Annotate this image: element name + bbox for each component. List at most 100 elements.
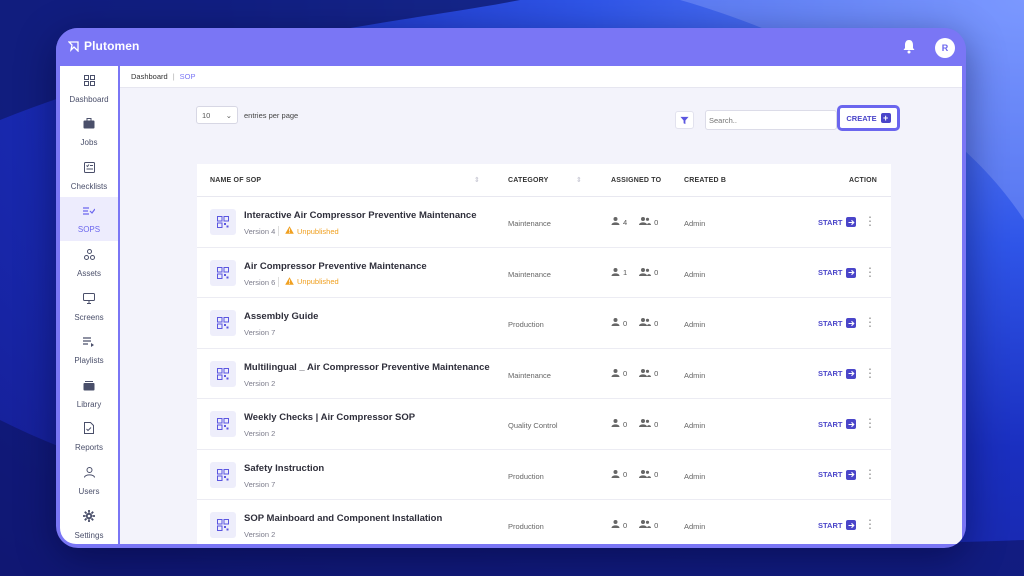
monitor-icon: [83, 291, 95, 309]
main-content: Dashboard | SOP 10 ⌄ entries per page CR…: [120, 66, 962, 544]
sop-title[interactable]: Multilingual _ Air Compressor Preventive…: [244, 362, 490, 373]
sidebar-item-label: Settings: [74, 530, 104, 540]
search-input[interactable]: [705, 110, 837, 130]
start-button[interactable]: START: [818, 419, 857, 429]
sidebar-item-settings[interactable]: Settings: [60, 502, 118, 546]
qr-code-icon: [210, 360, 236, 387]
group-icon: [639, 368, 652, 379]
arrow-right-icon: [846, 520, 857, 530]
sidebar-item-checklists[interactable]: Checklists: [60, 153, 118, 197]
more-options-icon[interactable]: ⋮: [864, 214, 876, 228]
brand-logo[interactable]: Plutomen: [68, 39, 139, 53]
status-label: Unpublished: [297, 226, 339, 236]
sops-icon: [83, 203, 96, 221]
sop-title[interactable]: Safety Instruction: [244, 463, 324, 474]
table-row[interactable]: Weekly Checks | Air Compressor SOP Versio…: [197, 399, 891, 450]
sop-category: Maintenance: [508, 269, 551, 279]
sidebar-item-library[interactable]: Library: [60, 371, 118, 415]
sop-version: Version 4: [244, 227, 276, 236]
assigned-users-count: 0: [623, 369, 628, 378]
start-button[interactable]: START: [818, 267, 857, 278]
sop-title[interactable]: Weekly Checks | Air Compressor SOP: [244, 412, 415, 423]
group-icon: [639, 469, 652, 480]
sop-title[interactable]: Interactive Air Compressor Preventive Ma…: [244, 210, 477, 221]
sidebar-item-assets[interactable]: Assets: [60, 240, 118, 284]
user-icon: [83, 465, 95, 483]
more-options-icon[interactable]: ⋮: [864, 315, 876, 329]
sort-icon[interactable]: ⇕: [576, 176, 582, 184]
entries-value: 10: [202, 110, 211, 120]
status-badge: Unpublished: [278, 226, 339, 236]
more-options-icon[interactable]: ⋮: [864, 517, 876, 531]
sidebar-item-label: Jobs: [80, 138, 98, 148]
sidebar-item-users[interactable]: Users: [60, 458, 118, 502]
filter-button[interactable]: [675, 111, 694, 129]
briefcase-icon: [83, 116, 95, 134]
entries-select[interactable]: 10 ⌄: [196, 106, 238, 124]
dashboard-icon: [83, 73, 95, 91]
sidebar-item-reports[interactable]: Reports: [60, 415, 118, 459]
sidebar-item-label: Reports: [74, 443, 103, 453]
header-category[interactable]: CATEGORY: [508, 177, 549, 184]
assigned-to: 00: [611, 318, 658, 328]
user-icon: [611, 217, 620, 227]
start-button[interactable]: START: [818, 469, 857, 480]
sop-title[interactable]: Air Compressor Preventive Maintenance: [244, 261, 427, 272]
breadcrumb-dashboard[interactable]: Dashboard: [131, 72, 168, 81]
plus-icon: +: [880, 113, 891, 123]
sop-title[interactable]: SOP Mainboard and Component Installation: [244, 513, 442, 524]
sop-title[interactable]: Assembly Guide: [244, 311, 318, 322]
sidebar-item-dashboard[interactable]: Dashboard: [60, 66, 118, 110]
created-by: Admin: [684, 471, 706, 481]
start-label: START: [818, 470, 843, 479]
sidebar-item-playlists[interactable]: Playlists: [60, 328, 118, 372]
sort-icon[interactable]: ⇕: [474, 176, 480, 184]
qr-code-icon: [210, 310, 236, 336]
table-row[interactable]: Multilingual _ Air Compressor Preventive…: [197, 349, 891, 399]
assigned-groups-count: 0: [654, 419, 659, 429]
table-row[interactable]: Assembly Guide Version 7 Production 0 0 Admin…: [197, 298, 891, 349]
sidebar-item-label: Playlists: [74, 356, 104, 366]
sidebar-item-label: Users: [78, 486, 100, 496]
qr-code-icon: [210, 259, 236, 286]
more-options-icon[interactable]: ⋮: [864, 416, 876, 430]
assigned-to: 00: [611, 419, 658, 429]
library-icon: [83, 378, 95, 396]
start-button[interactable]: START: [818, 368, 857, 379]
created-by: Admin: [684, 320, 706, 329]
start-label: START: [818, 520, 843, 530]
sidebar-item-screens[interactable]: Screens: [60, 284, 118, 328]
start-button[interactable]: START: [818, 318, 857, 328]
header-name[interactable]: NAME OF SOP: [210, 177, 261, 184]
sidebar-item-label: Screens: [74, 312, 104, 322]
sop-category: Production: [508, 471, 544, 481]
start-button[interactable]: START: [818, 520, 857, 530]
warning-icon: [285, 276, 294, 287]
table-row[interactable]: SOP Mainboard and Component Installation…: [197, 500, 891, 544]
notification-bell-icon[interactable]: [902, 39, 916, 59]
more-options-icon[interactable]: ⋮: [864, 265, 876, 279]
create-button[interactable]: CREATE +: [837, 105, 900, 131]
user-icon: [611, 520, 620, 530]
assigned-groups-count: 0: [654, 217, 659, 227]
created-by: Admin: [684, 522, 706, 531]
sop-category: Production: [508, 522, 544, 531]
qr-code-icon: [210, 209, 236, 235]
sop-category: Quality Control: [508, 421, 558, 430]
start-button[interactable]: START: [818, 217, 857, 227]
assigned-users-count: 1: [623, 268, 628, 277]
header-action: ACTION: [849, 177, 878, 184]
table-row[interactable]: Safety Instruction Version 7 Production 0 0 A…: [197, 450, 891, 500]
sidebar-item-jobs[interactable]: Jobs: [60, 110, 118, 154]
sidebar-item-sops[interactable]: SOPS: [60, 196, 118, 241]
gear-icon: [83, 509, 95, 527]
more-options-icon[interactable]: ⋮: [864, 366, 876, 380]
table-row[interactable]: Interactive Air Compressor Preventive Ma…: [197, 197, 891, 248]
chevron-down-icon: ⌄: [225, 110, 232, 120]
user-avatar[interactable]: R: [935, 38, 955, 58]
sop-version: Version 7: [244, 328, 276, 337]
created-by: Admin: [684, 370, 706, 380]
table-row[interactable]: Air Compressor Preventive Maintenance Ver…: [197, 248, 891, 298]
more-options-icon[interactable]: ⋮: [864, 467, 876, 481]
qr-code-icon: [210, 461, 236, 488]
